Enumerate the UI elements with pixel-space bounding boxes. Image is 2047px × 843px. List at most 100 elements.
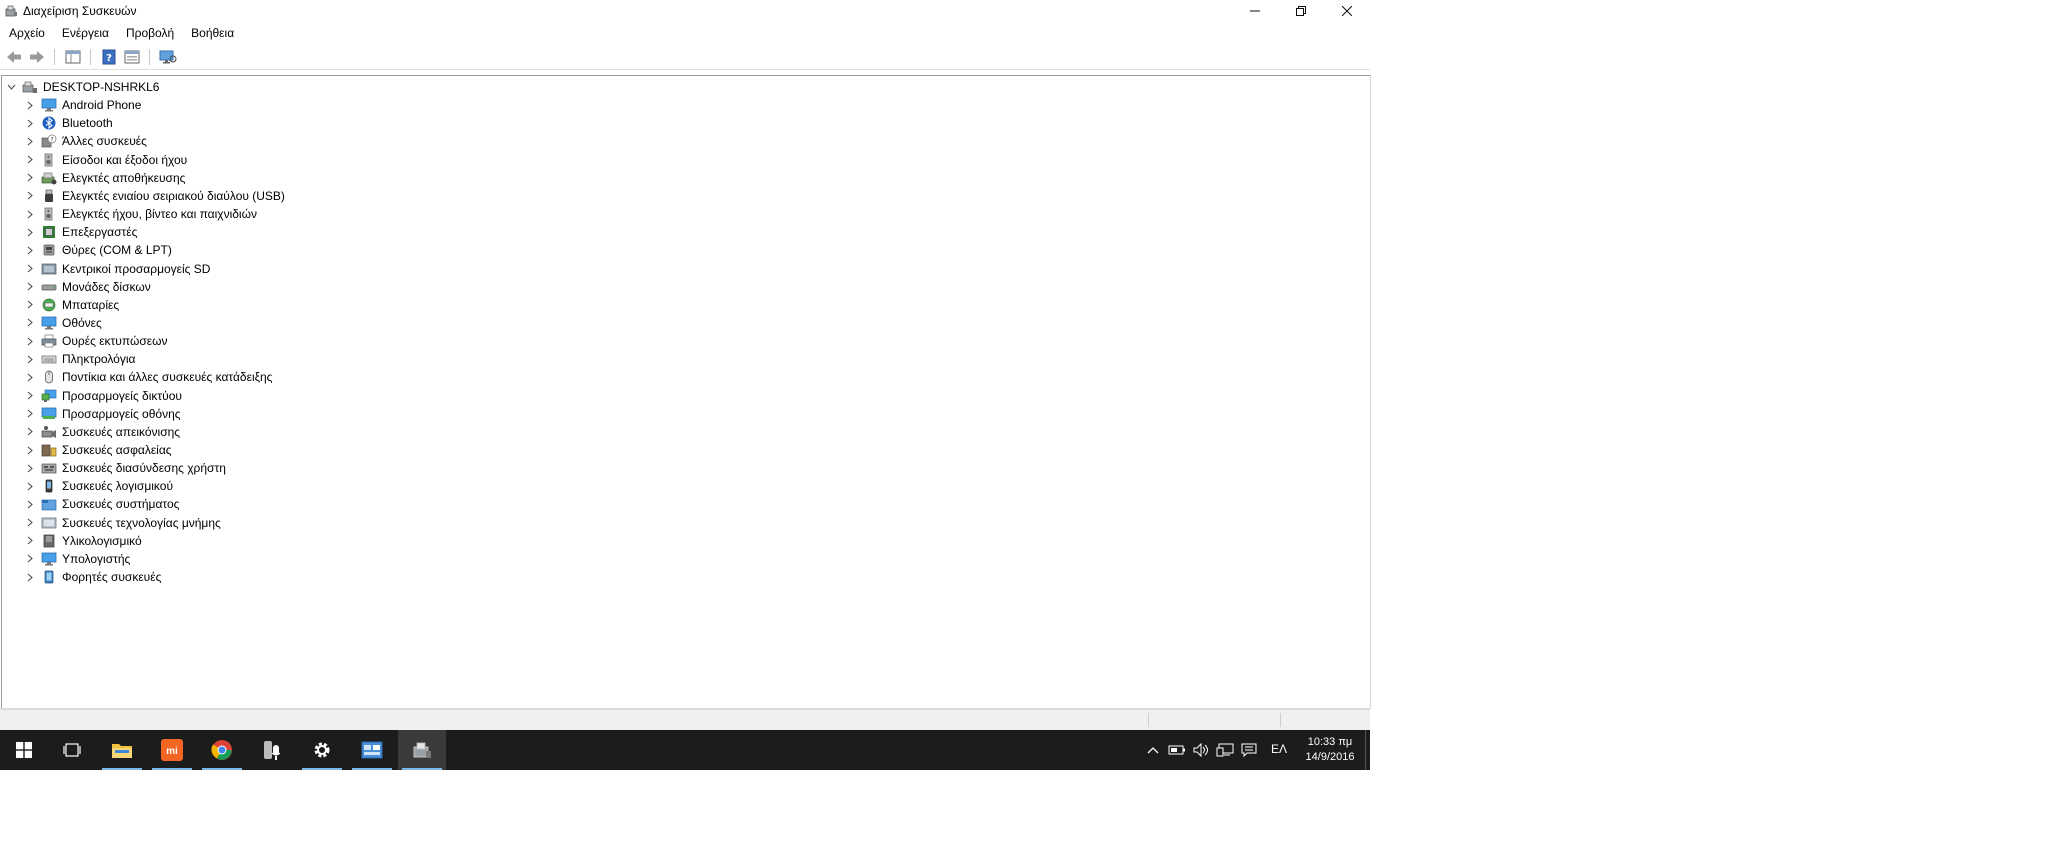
taskbar-mi-app[interactable]: mi: [148, 730, 196, 770]
network-tray-icon[interactable]: [1216, 741, 1234, 759]
forward-button[interactable]: [26, 47, 48, 67]
expand-icon[interactable]: [25, 481, 35, 491]
expand-icon[interactable]: [25, 282, 35, 292]
taskbar-settings[interactable]: [298, 730, 346, 770]
menu-action[interactable]: Ενέργεια: [53, 26, 117, 40]
expand-icon[interactable]: [25, 354, 35, 364]
svg-text:?: ?: [106, 53, 112, 64]
expand-icon[interactable]: [25, 118, 35, 128]
back-button[interactable]: [3, 47, 25, 67]
tree-item[interactable]: Συσκευές λογισμικού: [25, 477, 173, 495]
help-button[interactable]: ?: [98, 47, 120, 67]
taskbar-file-explorer[interactable]: [98, 730, 146, 770]
start-button[interactable]: [0, 730, 48, 770]
show-hidden-icons-button[interactable]: [1144, 741, 1162, 759]
tree-item[interactable]: Συσκευές διασύνδεσης χρήστη: [25, 459, 226, 477]
expand-icon[interactable]: [25, 336, 35, 346]
tree-root[interactable]: DESKTOP-NSHRKL6: [6, 78, 159, 96]
expand-icon[interactable]: [25, 536, 35, 546]
taskbar-voice-app[interactable]: [248, 730, 296, 770]
status-bar: [0, 709, 1370, 730]
menu-file[interactable]: Αρχείο: [0, 26, 53, 40]
tree-item[interactable]: Επεξεργαστές: [25, 223, 137, 241]
tree-item[interactable]: Ελεγκτές ήχου, βίντεο και παιχνιδιών: [25, 205, 257, 223]
volume-tray-icon[interactable]: [1192, 741, 1210, 759]
unknown-device-icon: ?: [41, 134, 57, 148]
expand-icon[interactable]: [25, 209, 35, 219]
expand-icon[interactable]: [25, 100, 35, 110]
tree-item[interactable]: Μονάδες δίσκων: [25, 278, 151, 296]
tree-item[interactable]: Συσκευές τεχνολογίας μνήμης: [25, 514, 221, 532]
usb-icon: [41, 189, 57, 203]
menu-view[interactable]: Προβολή: [117, 26, 182, 40]
file-explorer-icon: [112, 744, 132, 758]
menu-bar: Αρχείο Ενέργεια Προβολή Βοήθεια: [0, 24, 242, 42]
expand-icon[interactable]: [25, 572, 35, 582]
expand-icon[interactable]: [25, 245, 35, 255]
expand-icon[interactable]: [25, 173, 35, 183]
toolbar-separator: [90, 49, 91, 65]
expand-icon[interactable]: [25, 227, 35, 237]
task-view-button[interactable]: [48, 730, 96, 770]
expand-icon[interactable]: [25, 427, 35, 437]
scan-hardware-button[interactable]: [157, 47, 179, 67]
expand-icon[interactable]: [25, 191, 35, 201]
tree-item[interactable]: Μπαταρίες: [25, 296, 119, 314]
expand-icon[interactable]: [25, 463, 35, 473]
show-desktop-button[interactable]: [1365, 730, 1370, 770]
tree-item[interactable]: Κεντρικοί προσαρμογείς SD: [25, 260, 210, 278]
tree-item[interactable]: Πληκτρολόγια: [25, 350, 135, 368]
tree-item[interactable]: Ελεγκτές αποθήκευσης: [25, 169, 185, 187]
tree-item[interactable]: Φορητές συσκευές: [25, 568, 161, 586]
tree-item[interactable]: Είσοδοι και έξοδοι ήχου: [25, 151, 187, 169]
battery-tray-icon[interactable]: [1168, 741, 1186, 759]
action-center-button[interactable]: [1240, 741, 1258, 759]
device-manager-app-icon: [4, 4, 18, 18]
task-view-icon: [63, 743, 81, 757]
tree-item[interactable]: Ποντίκια και άλλες συσκευές κατάδειξης: [25, 368, 272, 386]
clock[interactable]: 10:33 πμ 14/9/2016: [1298, 735, 1362, 765]
menu-help[interactable]: Βοήθεια: [182, 26, 242, 40]
expand-icon[interactable]: [25, 372, 35, 382]
expand-icon[interactable]: [25, 155, 35, 165]
expand-icon[interactable]: [25, 300, 35, 310]
tree-item[interactable]: Ελεγκτές ενιαίου σειριακού διαύλου (USB): [25, 187, 285, 205]
properties-panel-button[interactable]: [62, 47, 84, 67]
restore-button[interactable]: [1278, 0, 1324, 22]
tree-item[interactable]: Προσαρμογείς οθόνης: [25, 405, 181, 423]
minimize-button[interactable]: [1232, 0, 1278, 22]
settings-icon: [314, 742, 330, 758]
update-driver-button[interactable]: [121, 47, 143, 67]
tree-item[interactable]: Υπολογιστής: [25, 550, 130, 568]
expand-icon[interactable]: [25, 318, 35, 328]
tree-item[interactable]: Οθόνες: [25, 314, 102, 332]
collapse-icon[interactable]: [6, 82, 16, 92]
expand-icon[interactable]: [25, 136, 35, 146]
tree-item[interactable]: Υλικολογισμικό: [25, 532, 142, 550]
taskbar-device-manager[interactable]: [398, 730, 446, 770]
expand-icon[interactable]: [25, 554, 35, 564]
tree-item[interactable]: Προσαρμογείς δικτύου: [25, 387, 182, 405]
disk-drive-icon: [41, 280, 57, 294]
input-language-indicator[interactable]: ΕΛ: [1271, 742, 1287, 756]
expand-icon[interactable]: [25, 391, 35, 401]
tree-item[interactable]: ? Άλλες συσκευές: [25, 132, 147, 150]
taskbar-control-panel[interactable]: [348, 730, 396, 770]
monitor-scan-icon: [159, 50, 177, 64]
tree-item[interactable]: Θύρες (COM & LPT): [25, 241, 172, 259]
expand-icon[interactable]: [25, 518, 35, 528]
tree-item-label: Συσκευές απεικόνισης: [62, 424, 181, 439]
tree-item[interactable]: Συσκευές συστήματος: [25, 495, 179, 513]
tree-item[interactable]: Συσκευές ασφαλείας: [25, 441, 172, 459]
expand-icon[interactable]: [25, 445, 35, 455]
tree-item[interactable]: Συσκευές απεικόνισης: [25, 423, 180, 441]
expand-icon[interactable]: [25, 264, 35, 274]
taskbar-chrome[interactable]: [198, 730, 246, 770]
tree-item[interactable]: Bluetooth: [25, 114, 113, 132]
expand-icon[interactable]: [25, 409, 35, 419]
expand-icon[interactable]: [25, 499, 35, 509]
tree-item[interactable]: Ουρές εκτυπώσεων: [25, 332, 167, 350]
tree-item-label: Συσκευές τεχνολογίας μνήμης: [62, 515, 221, 530]
tree-item[interactable]: Android Phone: [25, 96, 141, 114]
close-button[interactable]: [1324, 0, 1370, 22]
